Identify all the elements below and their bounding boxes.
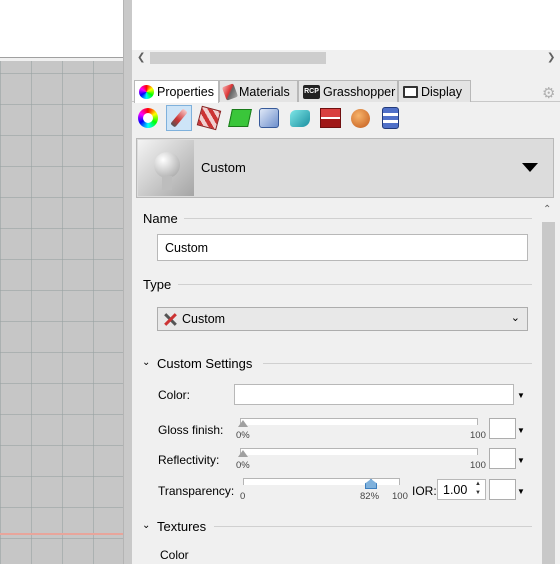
scroll-left-arrow-icon[interactable]: ❮ xyxy=(137,50,145,66)
textures-section-label: Textures xyxy=(157,519,207,534)
material-dropdown-icon[interactable] xyxy=(522,163,538,172)
vertical-scroll-thumb[interactable] xyxy=(542,222,555,564)
object-properties-icon[interactable] xyxy=(135,105,161,131)
tab-materials[interactable]: Materials xyxy=(219,80,298,102)
gloss-max-label: 100 xyxy=(470,430,486,441)
gloss-dropdown-icon[interactable]: ▼ xyxy=(517,426,525,435)
decal-icon[interactable] xyxy=(196,105,222,131)
reflectivity-label: Reflectivity: xyxy=(158,453,220,467)
section-divider xyxy=(184,218,532,219)
gloss-label: Gloss finish: xyxy=(158,423,224,437)
chevron-down-icon: ⌄ xyxy=(510,312,520,324)
transparency-value-label: 82% xyxy=(360,491,380,502)
monitor-icon xyxy=(403,85,418,98)
reflectivity-max-label: 100 xyxy=(470,460,486,471)
color-dropdown-icon[interactable]: ▼ xyxy=(517,391,525,400)
paint-brush-icon xyxy=(221,82,239,101)
material-preview-thumbnail xyxy=(138,140,194,196)
section-divider xyxy=(263,363,532,364)
gear-icon[interactable]: ⚙ xyxy=(542,84,555,102)
tab-display[interactable]: Display xyxy=(398,80,471,102)
reflectivity-slider-thumb[interactable] xyxy=(238,450,248,457)
tab-label: Display xyxy=(421,84,462,99)
texture-color-label: Color xyxy=(160,548,189,562)
reflectivity-min-label: 0% xyxy=(236,460,250,471)
tab-properties[interactable]: Properties xyxy=(134,80,219,103)
type-value: Custom xyxy=(182,312,226,326)
clipping-icon[interactable] xyxy=(256,105,282,131)
material-icon[interactable] xyxy=(166,105,192,131)
viewport-grid[interactable] xyxy=(0,61,123,564)
viewport-top[interactable] xyxy=(0,0,123,58)
displacement-icon[interactable] xyxy=(287,105,313,131)
x-axis-line xyxy=(0,533,123,535)
transparency-min-label: 0 xyxy=(240,491,246,502)
type-dropdown[interactable]: Custom ⌄ xyxy=(157,307,528,331)
material-name: Custom xyxy=(201,160,246,175)
transparency-dropdown-icon[interactable]: ▼ xyxy=(517,487,525,496)
mapping-icon[interactable] xyxy=(227,105,253,131)
reflectivity-dropdown-icon[interactable]: ▼ xyxy=(517,456,525,465)
gloss-min-label: 0% xyxy=(236,430,250,441)
material-selector[interactable] xyxy=(136,138,554,198)
ior-label: IOR: xyxy=(412,484,437,498)
section-divider xyxy=(214,526,532,527)
tab-label: Materials xyxy=(239,84,290,99)
collapse-chevron-icon[interactable]: ⌄ xyxy=(142,357,150,368)
custom-settings-label: Custom Settings xyxy=(157,356,253,371)
gloss-slider[interactable] xyxy=(240,418,478,425)
custom-type-icon xyxy=(163,312,177,326)
thickness-icon[interactable] xyxy=(317,105,343,131)
reflectivity-texture-swatch[interactable] xyxy=(489,448,516,469)
rcp-icon: RCP xyxy=(303,84,320,99)
scroll-right-arrow-icon[interactable]: ❯ xyxy=(547,50,555,66)
reflectivity-slider[interactable] xyxy=(240,448,478,455)
name-input[interactable]: Custom xyxy=(157,234,528,261)
panel-splitter[interactable] xyxy=(123,0,132,564)
section-divider xyxy=(178,284,532,285)
color-swatch-field[interactable] xyxy=(234,384,514,405)
tab-label: Grasshopper xyxy=(323,84,396,99)
transparency-texture-swatch[interactable] xyxy=(489,479,516,500)
transparency-label: Transparency: xyxy=(158,484,235,498)
tab-label: Properties xyxy=(157,85,214,99)
horizontal-scroll-thumb[interactable] xyxy=(150,52,326,64)
scroll-up-arrow-icon[interactable]: ⌃ xyxy=(543,204,551,215)
transparency-max-label: 100 xyxy=(392,491,408,502)
color-wheel-icon xyxy=(139,85,154,99)
gloss-slider-thumb[interactable] xyxy=(238,420,248,427)
collapse-chevron-icon[interactable]: ⌄ xyxy=(142,520,150,531)
name-section-label: Name xyxy=(143,211,178,226)
ior-stepper[interactable]: ▲ ▼ xyxy=(475,480,481,498)
color-label: Color: xyxy=(158,388,191,402)
type-section-label: Type xyxy=(143,277,172,292)
texture-icon[interactable] xyxy=(347,105,373,131)
attributes-icon[interactable] xyxy=(377,105,403,131)
gloss-texture-swatch[interactable] xyxy=(489,418,516,439)
tab-grasshopper[interactable]: RCP Grasshopper xyxy=(298,80,398,102)
